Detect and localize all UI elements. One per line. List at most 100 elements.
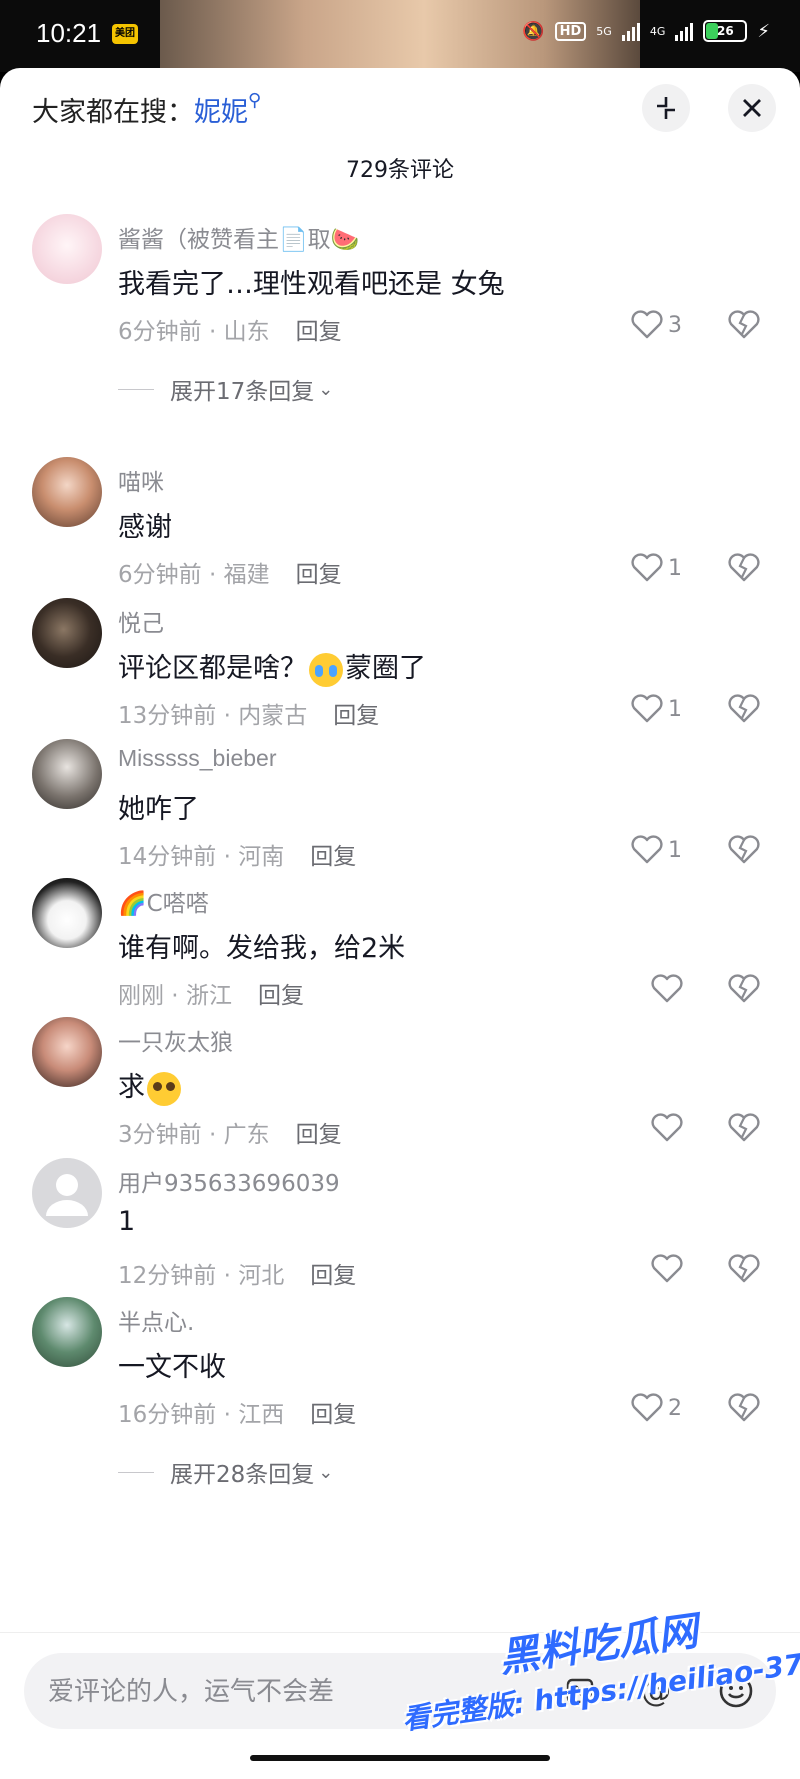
- charging-icon: ⚡: [757, 20, 770, 42]
- expand-replies[interactable]: 展开28条回复 ⌄: [118, 1455, 333, 1489]
- comment-meta: 刚刚 · 浙江 回复: [118, 983, 304, 1009]
- like-button[interactable]: 1: [630, 694, 682, 724]
- comment-location: 江西: [238, 1402, 285, 1428]
- comment-meta: 14分钟前 · 河南 回复: [118, 844, 357, 870]
- reply-button[interactable]: 回复: [258, 983, 304, 1009]
- comment-time: 12分钟前: [118, 1263, 217, 1289]
- chevron-down-icon: ⌄: [318, 378, 334, 400]
- dislike-button[interactable]: [727, 553, 761, 587]
- like-button[interactable]: 3: [630, 310, 682, 340]
- comment-location: 河南: [238, 844, 285, 870]
- heart-icon: [631, 835, 663, 864]
- dislike-button[interactable]: [727, 694, 761, 728]
- dislike-button[interactable]: [727, 1393, 761, 1427]
- heart-icon: [651, 974, 683, 1003]
- reply-button[interactable]: 回复: [296, 562, 342, 588]
- reply-button[interactable]: 回复: [310, 1402, 356, 1428]
- dislike-button[interactable]: [727, 1254, 761, 1288]
- heart-icon: [631, 694, 663, 723]
- avatar[interactable]: [32, 1158, 102, 1228]
- search-icon: ⚲: [248, 90, 262, 111]
- comment-meta: 3分钟前 · 广东 回复: [118, 1122, 342, 1148]
- trending-search[interactable]: 大家都在搜：妮妮⚲: [32, 90, 261, 129]
- heart-icon: [631, 310, 663, 339]
- comment-time: 刚刚: [118, 983, 164, 1009]
- reply-button[interactable]: 回复: [310, 844, 356, 870]
- avatar[interactable]: [32, 598, 102, 668]
- comment-time: 6分钟前: [118, 562, 202, 588]
- comment-meta: 16分钟前 · 江西 回复: [118, 1402, 357, 1428]
- home-indicator[interactable]: [250, 1755, 550, 1761]
- comment-username[interactable]: 悦己: [118, 604, 164, 638]
- broken-heart-icon: [728, 553, 760, 582]
- like-button[interactable]: [650, 1113, 684, 1143]
- comment-username[interactable]: Misssss_bieber: [118, 745, 277, 772]
- comment-time: 6分钟前: [118, 319, 202, 345]
- comment-text[interactable]: 谁有啊。发给我，给2米: [118, 926, 405, 965]
- comment-time: 3分钟前: [118, 1122, 202, 1148]
- avatar[interactable]: [32, 878, 102, 948]
- status-icons: 🔕 HD 5G 4G 26 ⚡: [522, 20, 770, 42]
- dislike-button[interactable]: [727, 835, 761, 869]
- collapse-button[interactable]: [642, 84, 690, 132]
- comment-text[interactable]: 我看完了…理性观看吧还是 女兔: [118, 262, 505, 301]
- comment-username[interactable]: 一只灰太狼: [118, 1023, 233, 1057]
- mute-icon: 🔕: [522, 20, 545, 42]
- like-button[interactable]: 2: [630, 1393, 682, 1423]
- like-count: 1: [668, 696, 682, 722]
- avatar[interactable]: [32, 214, 102, 284]
- comment-text[interactable]: 感谢: [118, 505, 172, 544]
- like-button[interactable]: [650, 1254, 684, 1284]
- comment-text[interactable]: 1: [118, 1206, 135, 1237]
- comment-text[interactable]: 求: [118, 1065, 183, 1106]
- signal-icon: [675, 21, 694, 41]
- close-icon: [743, 99, 761, 117]
- dislike-button[interactable]: [727, 974, 761, 1008]
- divider: [118, 388, 154, 390]
- like-button[interactable]: 1: [630, 553, 682, 583]
- broken-heart-icon: [728, 310, 760, 339]
- broken-heart-icon: [728, 1113, 760, 1142]
- default-avatar-icon: [46, 1174, 88, 1216]
- like-count: 1: [668, 837, 682, 863]
- comment-username[interactable]: 🌈C嗒嗒: [118, 884, 209, 918]
- close-button[interactable]: [728, 84, 776, 132]
- heart-icon: [651, 1113, 683, 1142]
- comment-username[interactable]: 半点心.: [118, 1303, 194, 1337]
- broken-heart-icon: [728, 835, 760, 864]
- comment-meta: 13分钟前 · 内蒙古 回复: [118, 703, 380, 729]
- heart-icon: [631, 1393, 663, 1422]
- like-button[interactable]: [650, 974, 684, 1004]
- collapse-icon: [657, 97, 675, 119]
- heart-icon: [631, 553, 663, 582]
- comment-username[interactable]: 酱酱（被赞看主📄取🍉: [118, 220, 359, 254]
- comment-username[interactable]: 喵咪: [118, 463, 164, 497]
- dislike-button[interactable]: [727, 310, 761, 344]
- avatar[interactable]: [32, 1297, 102, 1367]
- like-count: 2: [668, 1395, 682, 1421]
- expand-replies[interactable]: 展开17条回复 ⌄: [118, 372, 333, 406]
- status-time: 10:21: [36, 18, 102, 48]
- comment-meta: 12分钟前 · 河北 回复: [118, 1263, 357, 1289]
- reply-button[interactable]: 回复: [296, 319, 342, 345]
- comment-location: 河北: [238, 1263, 285, 1289]
- reply-button[interactable]: 回复: [296, 1122, 342, 1148]
- comment-text[interactable]: 一文不收: [118, 1345, 226, 1384]
- like-button[interactable]: 1: [630, 835, 682, 865]
- reply-button[interactable]: 回复: [310, 1263, 356, 1289]
- trending-keyword[interactable]: 妮妮: [194, 97, 248, 128]
- broken-heart-icon: [728, 974, 760, 1003]
- comment-text[interactable]: 评论区都是啥？ 蒙圈了: [118, 646, 426, 687]
- app-badge: 美团: [112, 24, 138, 44]
- status-bar: 10:21 美团 🔕 HD 5G 4G 26 ⚡: [0, 0, 800, 72]
- reply-button[interactable]: 回复: [333, 703, 379, 729]
- comment-sheet: 大家都在搜：妮妮⚲ 729条评论 酱酱（被赞看主📄取🍉 我看完了…理性观看吧还是…: [0, 68, 800, 1778]
- comment-username[interactable]: 用户935633696039: [118, 1164, 340, 1198]
- dislike-button[interactable]: [727, 1113, 761, 1147]
- broken-heart-icon: [728, 694, 760, 723]
- avatar[interactable]: [32, 1017, 102, 1087]
- comment-text[interactable]: 她咋了: [118, 787, 199, 826]
- comment-location: 山东: [223, 319, 270, 345]
- avatar[interactable]: [32, 739, 102, 809]
- avatar[interactable]: [32, 457, 102, 527]
